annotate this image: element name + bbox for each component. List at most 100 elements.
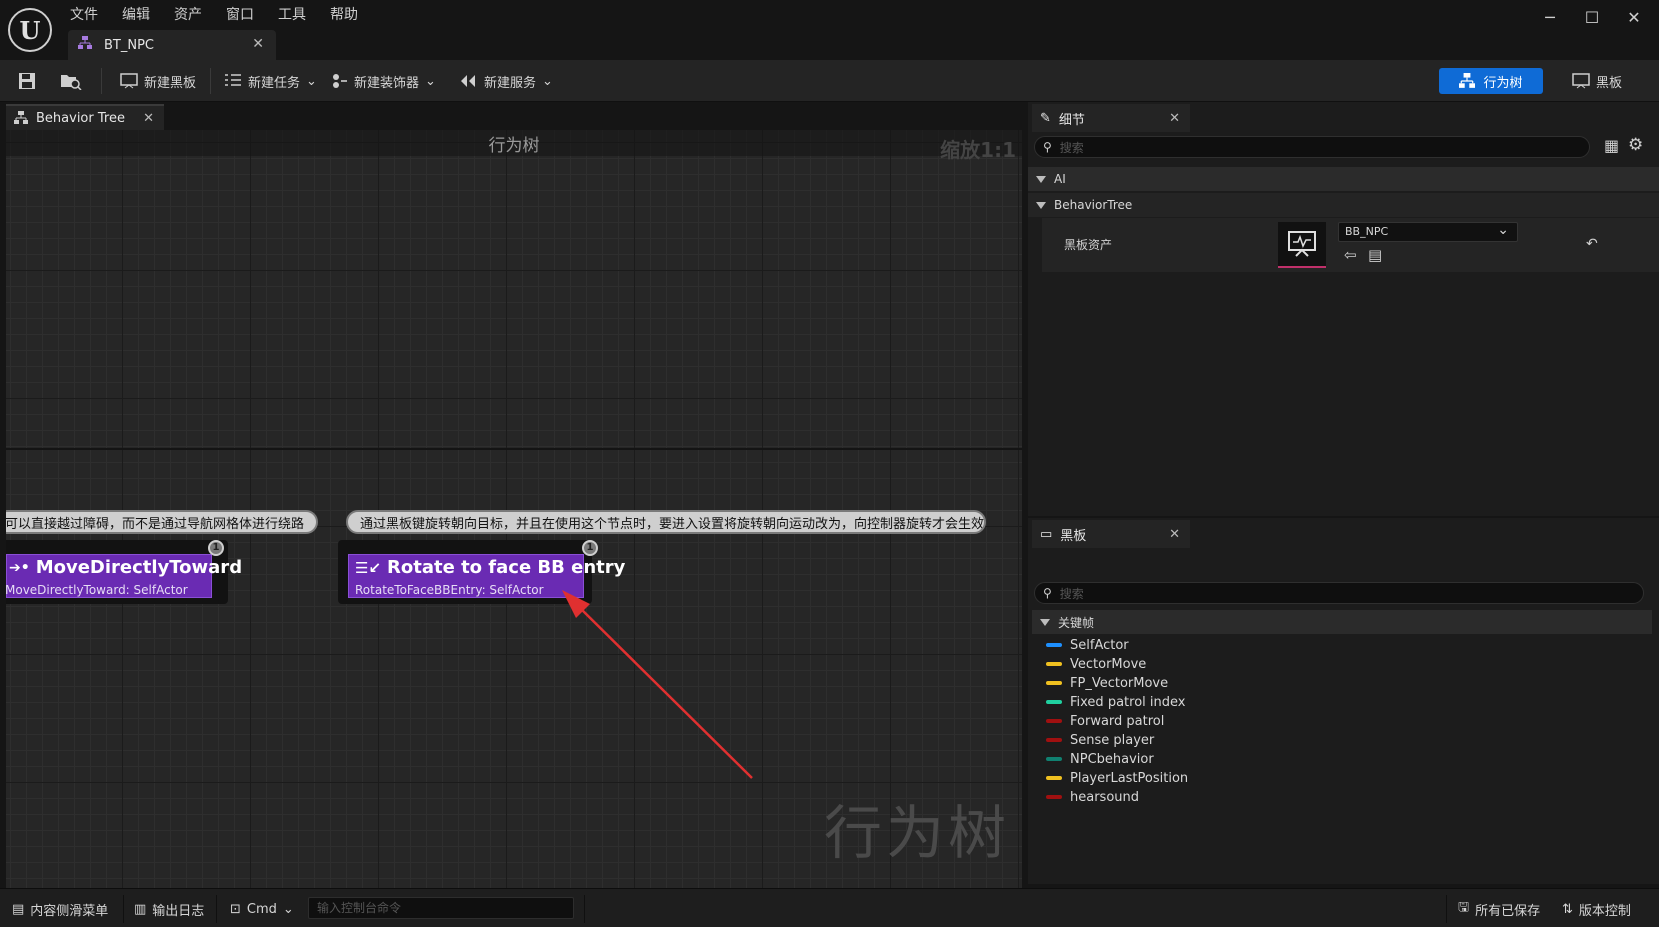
blackboard-keys-section[interactable]: 关键帧	[1032, 610, 1652, 634]
category-label: AI	[1054, 172, 1066, 186]
behavior-tree-mode-button[interactable]: 行为树	[1439, 68, 1543, 94]
blackboard-key-item[interactable]: Fixed patrol index	[1046, 693, 1185, 711]
blackboard-tab[interactable]: ▭ 黑板 ✕	[1032, 520, 1190, 548]
blackboard-icon	[1572, 73, 1590, 89]
status-separator	[1446, 895, 1447, 923]
new-blackboard-label: 新建黑板	[144, 75, 197, 91]
blackboard-key-label: Fixed patrol index	[1070, 694, 1186, 710]
blackboard-key-item[interactable]: NPCbehavior	[1046, 750, 1154, 768]
console-command-input[interactable]: 输入控制台命令	[308, 897, 574, 919]
close-tab-icon[interactable]: ✕	[252, 36, 264, 52]
asset-thumbnail[interactable]	[1278, 222, 1326, 268]
output-log-label: 输出日志	[152, 903, 205, 919]
cmd-label: Cmd	[246, 901, 277, 917]
output-log-button[interactable]: ▥ 输出日志	[134, 899, 204, 919]
use-selected-icon[interactable]: ⇦	[1344, 246, 1357, 264]
menu-window[interactable]: 窗口	[226, 4, 254, 24]
browse-button[interactable]	[60, 68, 82, 94]
blackboard-search-input[interactable]: ⚲ 搜索	[1034, 582, 1644, 604]
blackboard-key-label: NPCbehavior	[1070, 751, 1154, 767]
blackboard-key-label: VectorMove	[1070, 656, 1147, 672]
behavior-tree-icon	[78, 36, 92, 54]
key-type-color-icon	[1046, 757, 1062, 761]
new-task-label: 新建任务	[248, 75, 301, 91]
all-saved-label: 所有已保存	[1475, 903, 1541, 919]
annotation-arrow	[562, 590, 753, 779]
blackboard-key-label: Forward patrol	[1070, 713, 1165, 729]
new-decorator-button[interactable]: 新建装饰器 ⌄	[332, 68, 436, 94]
blackboard-key-label: FP_VectorMove	[1070, 675, 1169, 691]
save-status-icon: 🖫	[1458, 900, 1470, 915]
blackboard-key-item[interactable]: FP_VectorMove	[1046, 674, 1168, 692]
unreal-logo[interactable]: U	[8, 8, 52, 52]
asset-picker-dropdown[interactable]: BB_NPC ⌄	[1338, 222, 1518, 242]
menu-asset[interactable]: 资产	[174, 4, 202, 24]
reset-to-default-icon[interactable]: ↶	[1586, 236, 1598, 252]
save-all-status-button[interactable]: 🖫 所有已保存	[1458, 899, 1540, 919]
toolbar-separator	[210, 68, 211, 94]
category-ai[interactable]: AI	[1028, 167, 1659, 191]
blackboard-key-item[interactable]: hearsound	[1046, 788, 1139, 806]
source-control-button[interactable]: ⇅ 版本控制	[1562, 899, 1631, 919]
status-separator	[216, 895, 217, 923]
key-type-color-icon	[1046, 643, 1062, 647]
blackboard-icon: ▭	[1040, 526, 1053, 542]
output-log-icon: ▥	[134, 901, 147, 917]
details-tab[interactable]: ✎ 细节 ✕	[1032, 104, 1190, 132]
close-tab-icon[interactable]: ✕	[1169, 527, 1180, 542]
menu-tools[interactable]: 工具	[278, 4, 306, 24]
search-placeholder: 搜索	[1059, 586, 1084, 601]
pencil-icon: ✎	[1040, 110, 1051, 126]
close-icon[interactable]: ✕	[1622, 8, 1646, 27]
expand-icon	[1036, 201, 1046, 209]
toolbar-separator	[101, 68, 102, 94]
behavior-tree-graph-tab[interactable]: Behavior Tree ✕	[6, 104, 164, 130]
blackboard-key-item[interactable]: PlayerLastPosition	[1046, 769, 1188, 787]
property-row-blackboard-asset: 黑板资产 BB_NPC ⌄ ⇦ ▤ ↶	[1042, 218, 1659, 272]
blackboard-key-item[interactable]: VectorMove	[1046, 655, 1146, 673]
expand-icon	[1040, 618, 1050, 626]
close-tab-icon[interactable]: ✕	[143, 111, 154, 126]
menu-file[interactable]: 文件	[70, 4, 98, 24]
key-type-color-icon	[1046, 700, 1062, 704]
blackboard-panel: ▭ 黑板 ✕ ⚲ 搜索 关键帧 SelfActor VectorMove FP_Ve…	[1028, 518, 1659, 884]
new-service-button[interactable]: 新建服务 ⌄	[460, 68, 553, 94]
new-blackboard-button[interactable]: 新建黑板	[120, 68, 196, 94]
key-type-color-icon	[1046, 662, 1062, 666]
key-type-color-icon	[1046, 681, 1062, 685]
blackboard-key-item[interactable]: Forward patrol	[1046, 712, 1164, 730]
graph-tab-bar: Behavior Tree ✕	[0, 102, 1024, 130]
blackboard-icon	[120, 73, 138, 89]
save-button[interactable]	[18, 68, 36, 94]
blackboard-mode-label: 黑板	[1596, 75, 1623, 91]
service-icon	[461, 75, 475, 87]
key-type-color-icon	[1046, 738, 1062, 742]
graph-watermark: 行为树	[823, 799, 1010, 867]
content-drawer-icon: ▤	[12, 901, 25, 917]
content-drawer-button[interactable]: ▤ 内容侧滑菜单	[12, 899, 108, 919]
close-tab-icon[interactable]: ✕	[1169, 111, 1180, 126]
category-behavior-tree[interactable]: BehaviorTree	[1028, 193, 1659, 217]
expand-icon	[1036, 175, 1046, 183]
blackboard-mode-button[interactable]: 黑板	[1572, 68, 1642, 94]
menu-help[interactable]: 帮助	[330, 4, 358, 24]
behavior-tree-graph-canvas[interactable]: 行为树 缩放1:1 可以直接越过障碍，而不是通过导航网格体进行绕路 通过黑板键旋…	[6, 130, 1022, 888]
menu-bar: 文件 编辑 资产 窗口 工具 帮助	[70, 4, 358, 24]
chevron-down-icon: ⌄	[542, 73, 553, 89]
browse-asset-icon[interactable]: ▤	[1368, 246, 1382, 264]
table-view-icon[interactable]: ▦	[1604, 136, 1619, 155]
chevron-down-icon: ⌄	[425, 73, 436, 89]
gear-icon[interactable]: ⚙	[1628, 135, 1643, 155]
new-task-button[interactable]: 新建任务 ⌄	[224, 68, 317, 94]
blackboard-tab-label: 黑板	[1060, 528, 1087, 544]
maximize-icon[interactable]: ☐	[1580, 8, 1604, 27]
blackboard-key-item[interactable]: SelfActor	[1046, 636, 1129, 654]
document-tab-bt-npc[interactable]: BT_NPC ✕	[68, 30, 276, 60]
menu-edit[interactable]: 编辑	[122, 4, 150, 24]
minimize-icon[interactable]: ─	[1538, 8, 1562, 27]
document-tab-label: BT_NPC	[104, 37, 155, 53]
blackboard-key-label: SelfActor	[1070, 637, 1129, 653]
blackboard-key-item[interactable]: Sense player	[1046, 731, 1154, 749]
details-search-input[interactable]: ⚲ 搜索	[1034, 136, 1590, 158]
cmd-selector[interactable]: ⊡ Cmd ⌄	[230, 899, 294, 919]
